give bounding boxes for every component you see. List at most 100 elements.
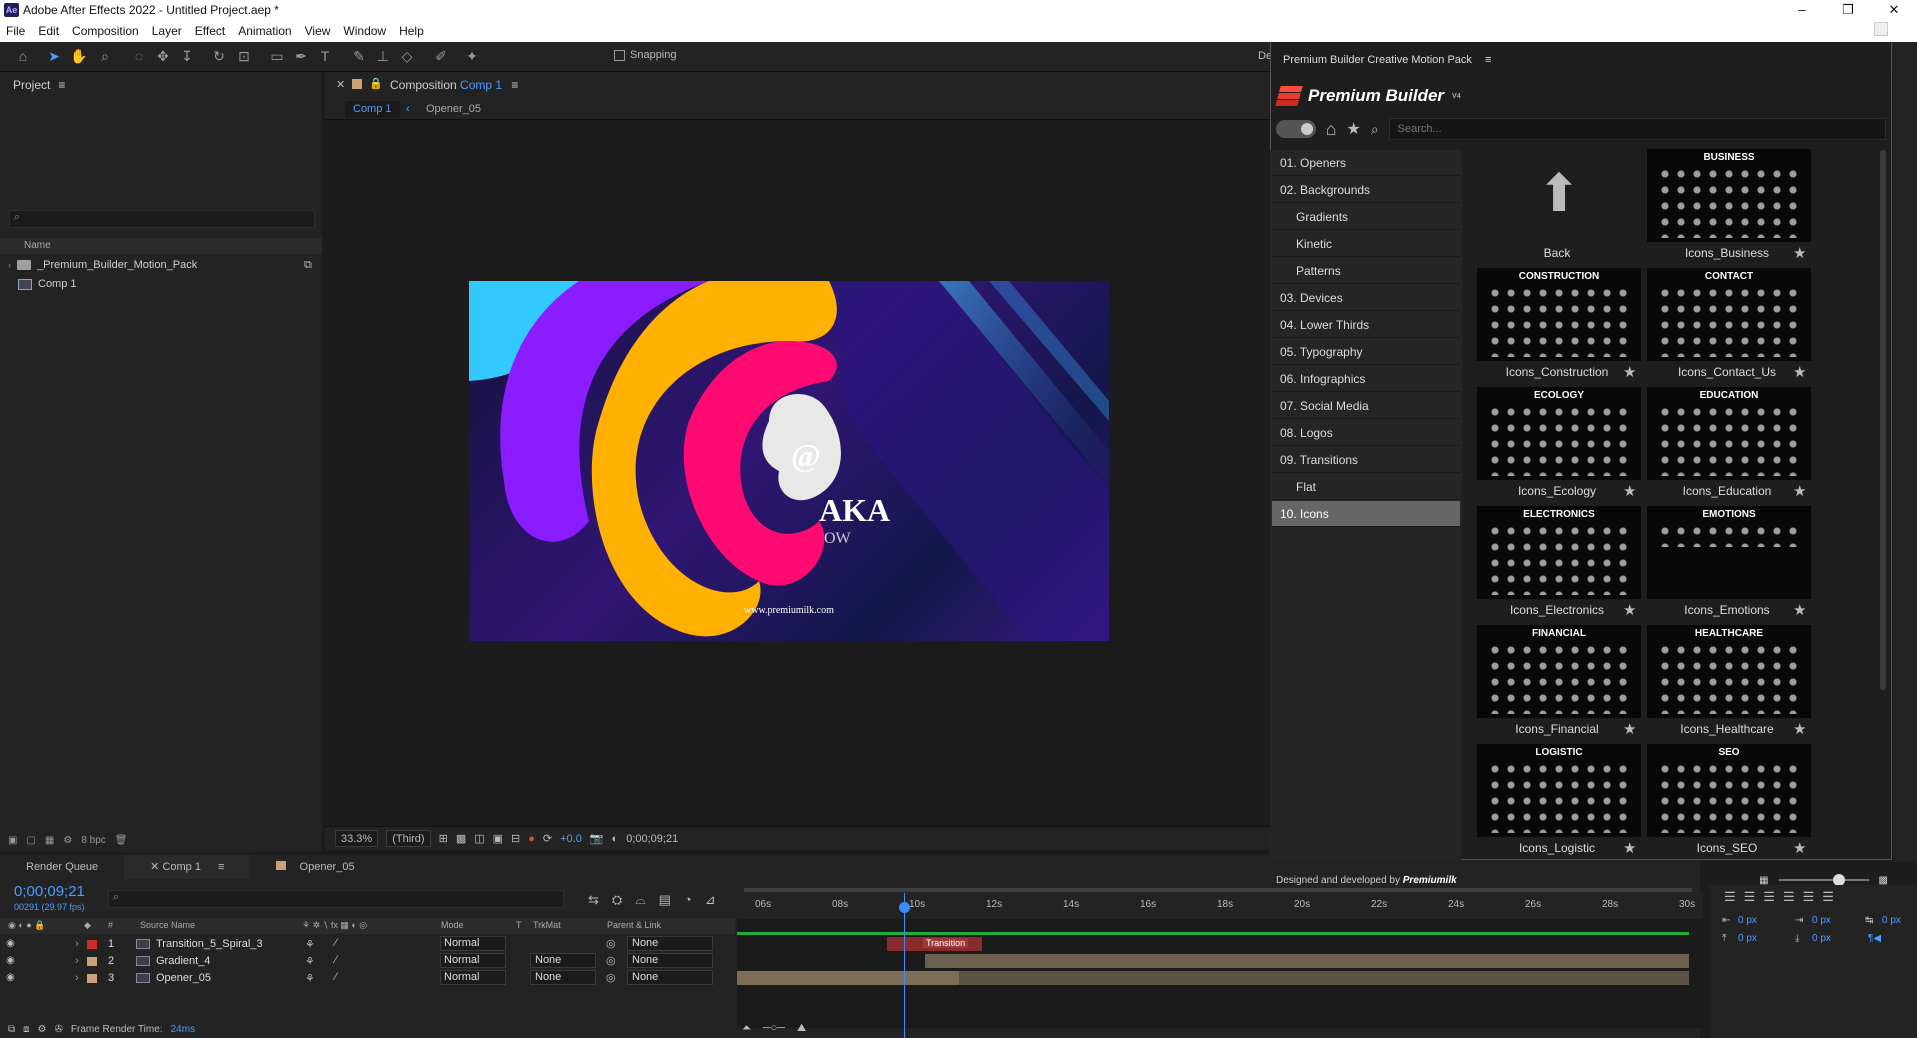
item-tile[interactable]: SEO Icons_SEO ★ bbox=[1645, 744, 1813, 859]
current-time[interactable]: 0;00;09;21 bbox=[626, 833, 678, 845]
channel-icon[interactable]: ● bbox=[528, 833, 535, 845]
chevron-right-icon[interactable]: › bbox=[8, 260, 11, 270]
layer-name[interactable]: Opener_05 bbox=[156, 972, 211, 984]
tab-render-queue[interactable]: Render Queue bbox=[0, 855, 124, 879]
snapping-checkbox[interactable] bbox=[614, 49, 625, 61]
favorite-star-icon[interactable]: ★ bbox=[1793, 839, 1806, 857]
snapping-toggle[interactable]: Snapping bbox=[614, 49, 677, 61]
eye-icon[interactable]: ◉ bbox=[6, 972, 17, 983]
collapse-switch-icon[interactable]: ⚘ bbox=[305, 955, 315, 968]
menu-window[interactable]: Window bbox=[343, 24, 386, 38]
category-flat[interactable]: Flat bbox=[1272, 474, 1460, 500]
favorite-star-icon[interactable]: ★ bbox=[1623, 482, 1636, 500]
category-typography[interactable]: 05. Typography bbox=[1272, 339, 1460, 365]
item-thumbnail[interactable]: HEALTHCARE bbox=[1647, 625, 1811, 718]
quality-switch-icon[interactable]: ∕ bbox=[335, 971, 337, 983]
marker-label[interactable]: Transition bbox=[923, 938, 969, 948]
plugin-scrollbar[interactable] bbox=[1880, 150, 1886, 690]
region-of-interest-icon[interactable]: ▣ bbox=[493, 832, 503, 845]
thumbnail-size-slider[interactable] bbox=[1778, 874, 1869, 886]
interpret-footage-icon[interactable]: ▣ bbox=[8, 835, 17, 846]
layer-bar-gradient[interactable] bbox=[925, 954, 1689, 968]
layer-parent-dropdown[interactable]: None bbox=[627, 970, 713, 985]
layer-row[interactable]: ◉ › 3 Opener_05 ⚘ ∕ Normal None ◎ None bbox=[0, 970, 735, 987]
zoom-tool-icon[interactable]: ⌕ bbox=[96, 47, 114, 65]
new-folder-icon[interactable]: ▢ bbox=[26, 835, 35, 846]
menu-help[interactable]: Help bbox=[399, 24, 424, 38]
category-lower-thirds[interactable]: 04. Lower Thirds bbox=[1272, 312, 1460, 338]
menu-composition[interactable]: Composition bbox=[72, 24, 139, 38]
indent-right-value[interactable]: 0 px bbox=[1812, 915, 1831, 926]
menu-animation[interactable]: Animation bbox=[238, 24, 291, 38]
project-item-folder[interactable]: › _Premium_Builder_Motion_Pack ⧉ bbox=[0, 256, 322, 274]
item-tile[interactable]: CONSTRUCTION Icons_Construction ★ bbox=[1475, 268, 1643, 386]
menu-layer[interactable]: Layer bbox=[152, 24, 182, 38]
panel-menu-icon[interactable]: ≡ bbox=[1485, 54, 1491, 66]
item-tile[interactable]: ELECTRONICS Icons_Electronics ★ bbox=[1475, 506, 1643, 624]
draft-3d-icon[interactable]: ⛭ bbox=[612, 892, 622, 908]
layer-color-swatch[interactable] bbox=[87, 957, 97, 966]
item-thumbnail[interactable]: LOGISTIC bbox=[1477, 744, 1641, 837]
home-icon[interactable]: ⌂ bbox=[14, 47, 32, 65]
item-thumbnail[interactable]: SEO bbox=[1647, 744, 1811, 837]
star-icon[interactable]: ★ bbox=[1346, 119, 1360, 139]
collapse-switch-icon[interactable]: ⚘ bbox=[305, 938, 315, 951]
close-tab-icon[interactable]: ✕ bbox=[336, 78, 345, 91]
item-thumbnail[interactable]: CONSTRUCTION bbox=[1477, 268, 1641, 361]
category-kinetic[interactable]: Kinetic bbox=[1272, 231, 1460, 257]
layer-row[interactable]: ◉ › 2 Gradient_4 ⚘ ∕ Normal None ◎ None bbox=[0, 953, 735, 970]
breadcrumb-opener[interactable]: Opener_05 bbox=[418, 101, 489, 118]
trash-icon[interactable]: 🗑 bbox=[115, 835, 128, 846]
item-thumbnail[interactable]: FINANCIAL bbox=[1477, 625, 1641, 718]
category-logos[interactable]: 08. Logos bbox=[1272, 420, 1460, 446]
favorite-star-icon[interactable]: ★ bbox=[1793, 244, 1806, 262]
item-thumbnail[interactable]: ELECTRONICS bbox=[1477, 506, 1641, 599]
grid-large-icon[interactable]: ▩ bbox=[1879, 875, 1888, 886]
pickwhip-icon[interactable]: ◎ bbox=[606, 937, 616, 950]
reset-exposure-icon[interactable]: ⟳ bbox=[543, 832, 552, 845]
favorite-star-icon[interactable]: ★ bbox=[1623, 839, 1636, 857]
layer-color-swatch[interactable] bbox=[87, 940, 97, 949]
item-tile[interactable]: ECOLOGY Icons_Ecology ★ bbox=[1475, 387, 1643, 505]
footer-brand[interactable]: Premiumilk bbox=[1403, 875, 1457, 886]
favorite-star-icon[interactable]: ★ bbox=[1793, 720, 1806, 738]
pickwhip-icon[interactable]: ◎ bbox=[606, 971, 616, 984]
zoom-in-icon[interactable]: ⛰ bbox=[797, 1022, 806, 1035]
tab-opener[interactable]: Opener_05 bbox=[250, 855, 380, 879]
new-comp-icon[interactable]: ▦ bbox=[45, 835, 54, 846]
menu-view[interactable]: View bbox=[305, 24, 331, 38]
item-tile[interactable]: EDUCATION Icons_Education ★ bbox=[1645, 387, 1813, 505]
hand-tool-icon[interactable]: ✋ bbox=[70, 47, 88, 65]
layer-row[interactable]: ◉ › 1 Transition_5_Spiral_3 ⚘ ∕ Normal ◎… bbox=[0, 936, 735, 953]
item-thumbnail[interactable]: CONTACT bbox=[1647, 268, 1811, 361]
eye-icon[interactable]: ◉ bbox=[6, 938, 17, 949]
chevron-right-icon[interactable]: › bbox=[75, 972, 79, 984]
project-search-input[interactable]: ⌕ bbox=[9, 210, 315, 228]
menu-file[interactable]: File bbox=[6, 24, 25, 38]
flowchart-icon[interactable]: ⧉ bbox=[304, 259, 312, 272]
settings-icon[interactable]: ⚙ bbox=[63, 835, 72, 846]
rectangle-tool-icon[interactable]: ▭ bbox=[268, 47, 286, 65]
puppet-pin-icon[interactable]: ✦ bbox=[463, 47, 481, 65]
item-thumbnail[interactable]: EDUCATION bbox=[1647, 387, 1811, 480]
clone-stamp-icon[interactable]: ⊥ bbox=[374, 47, 392, 65]
pickwhip-icon[interactable]: ◎ bbox=[606, 954, 616, 967]
layer-bar-transition[interactable]: Transition bbox=[887, 937, 982, 951]
dolly-tool-icon[interactable]: ↧ bbox=[178, 47, 196, 65]
grid-guides-icon[interactable]: ⊟ bbox=[511, 832, 520, 845]
playhead-handle[interactable] bbox=[899, 902, 910, 913]
collapse-switch-icon[interactable]: ⚘ bbox=[305, 972, 315, 985]
menu-edit[interactable]: Edit bbox=[38, 24, 59, 38]
breadcrumb-comp-1[interactable]: Comp 1 bbox=[345, 101, 400, 118]
fast-preview-icon[interactable]: ⊞ bbox=[439, 832, 448, 845]
back-tile[interactable]: ⬆ Back bbox=[1475, 149, 1643, 267]
item-tile[interactable]: BUSINESS Icons_Business ★ bbox=[1645, 149, 1813, 267]
chevron-right-icon[interactable]: › bbox=[75, 955, 79, 967]
playhead-line[interactable] bbox=[904, 893, 905, 1038]
selection-tool-icon[interactable]: ➤ bbox=[45, 47, 63, 65]
favorite-star-icon[interactable]: ★ bbox=[1793, 363, 1806, 381]
quality-switch-icon[interactable]: ∕ bbox=[335, 937, 337, 949]
mask-visibility-icon[interactable]: ◫ bbox=[474, 832, 484, 845]
item-tile[interactable]: CONTACT Icons_Contact_Us ★ bbox=[1645, 268, 1813, 386]
item-tile[interactable]: FINANCIAL Icons_Financial ★ bbox=[1475, 625, 1643, 743]
